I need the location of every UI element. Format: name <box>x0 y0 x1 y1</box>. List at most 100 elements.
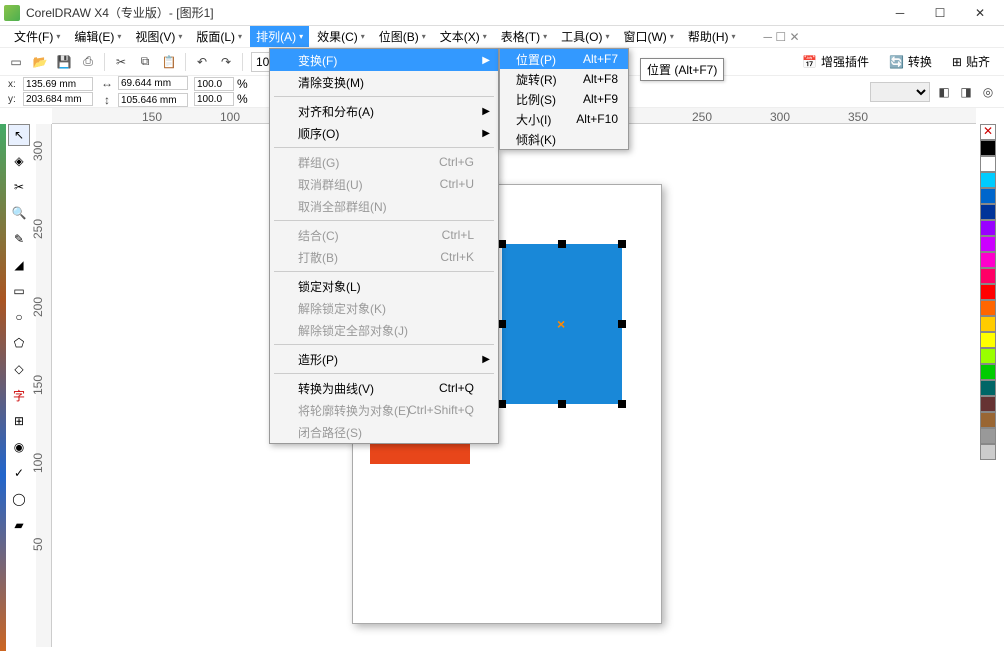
menu-排列A[interactable]: 排列(A)▾ <box>250 26 309 47</box>
enhance-plugin-button[interactable]: 📅 增强插件 <box>796 51 875 72</box>
ellipse-tool[interactable]: ○ <box>8 306 30 328</box>
selection-handle[interactable] <box>498 400 506 408</box>
color-swatch[interactable] <box>980 252 996 268</box>
color-swatch[interactable] <box>980 188 996 204</box>
maximize-button[interactable]: ☐ <box>920 1 960 25</box>
new-icon[interactable]: ▭ <box>8 54 24 70</box>
menu-效果C[interactable]: 效果(C)▾ <box>311 26 371 47</box>
height-input[interactable] <box>118 93 188 107</box>
shape-tool[interactable]: ◈ <box>8 150 30 172</box>
eyedropper-tool[interactable]: ✓ <box>8 462 30 484</box>
basicshape-tool[interactable]: ◇ <box>8 358 30 380</box>
snap-button[interactable]: ⊞ 贴齐 <box>946 51 996 72</box>
x-input[interactable] <box>23 77 93 91</box>
menu-版面L[interactable]: 版面(L)▾ <box>190 26 248 47</box>
menu-item[interactable]: 造形(P)▶ <box>270 348 498 370</box>
polygon-tool[interactable]: ⬠ <box>8 332 30 354</box>
color-swatch[interactable] <box>980 140 996 156</box>
menu-工具O[interactable]: 工具(O)▾ <box>555 26 615 47</box>
selection-handle[interactable] <box>498 240 506 248</box>
selection-handle[interactable] <box>618 320 626 328</box>
close-button[interactable]: ✕ <box>960 1 1000 25</box>
color-swatch[interactable] <box>980 220 996 236</box>
transform-submenu: 位置(P)Alt+F7旋转(R)Alt+F8比例(S)Alt+F9大小(I)Al… <box>499 48 629 150</box>
submenu-item[interactable]: 比例(S)Alt+F9 <box>500 89 628 109</box>
fill-tool[interactable]: ▰ <box>8 514 30 536</box>
color-swatch[interactable] <box>980 300 996 316</box>
menu-item[interactable]: 顺序(O)▶ <box>270 122 498 144</box>
convert-button[interactable]: 🔄 转换 <box>883 51 938 72</box>
menu-文件F[interactable]: 文件(F)▾ <box>8 26 66 47</box>
undo-icon[interactable]: ↶ <box>194 54 210 70</box>
selection-handle[interactable] <box>558 400 566 408</box>
menu-item[interactable]: 对齐和分布(A)▶ <box>270 100 498 122</box>
selection-handle[interactable] <box>498 320 506 328</box>
no-color-swatch[interactable] <box>980 124 996 140</box>
submenu-item[interactable]: 位置(P)Alt+F7 <box>500 49 628 69</box>
color-swatch[interactable] <box>980 380 996 396</box>
style-select[interactable] <box>870 82 930 102</box>
paste-icon[interactable]: 📋 <box>161 54 177 70</box>
freehand-tool[interactable]: ✎ <box>8 228 30 250</box>
canvas[interactable]: × <box>52 124 976 647</box>
print-icon[interactable]: ⎙ <box>80 54 96 70</box>
opt1-icon[interactable]: ◧ <box>936 84 952 100</box>
color-swatch[interactable] <box>980 412 996 428</box>
menu-item: 结合(C)Ctrl+L <box>270 224 498 246</box>
menu-item[interactable]: 清除变换(M) <box>270 71 498 93</box>
color-swatch[interactable] <box>980 316 996 332</box>
color-swatch[interactable] <box>980 204 996 220</box>
color-swatch[interactable] <box>980 268 996 284</box>
y-input[interactable] <box>23 92 93 106</box>
cut-icon[interactable]: ✂ <box>113 54 129 70</box>
menu-item[interactable]: 转换为曲线(V)Ctrl+Q <box>270 377 498 399</box>
color-swatch[interactable] <box>980 396 996 412</box>
opt2-icon[interactable]: ◨ <box>958 84 974 100</box>
menu-位图B[interactable]: 位图(B)▾ <box>373 26 432 47</box>
pick-tool[interactable]: ↖ <box>8 124 30 146</box>
tooltip: 位置 (Alt+F7) <box>640 58 724 81</box>
opt3-icon[interactable]: ◎ <box>980 84 996 100</box>
width-input[interactable] <box>118 76 188 90</box>
color-swatch[interactable] <box>980 428 996 444</box>
color-swatch[interactable] <box>980 236 996 252</box>
scale-y-input[interactable] <box>194 92 234 106</box>
color-swatch[interactable] <box>980 444 996 460</box>
menu-窗口W[interactable]: 窗口(W)▾ <box>617 26 679 47</box>
selection-handle[interactable] <box>618 240 626 248</box>
table-tool[interactable]: ⊞ <box>8 410 30 432</box>
color-swatch[interactable] <box>980 332 996 348</box>
menu-编辑E[interactable]: 编辑(E)▾ <box>68 26 127 47</box>
selection-handle[interactable] <box>618 400 626 408</box>
rectangle-tool[interactable]: ▭ <box>8 280 30 302</box>
color-swatch[interactable] <box>980 172 996 188</box>
scale-x-input[interactable] <box>194 77 234 91</box>
text-tool[interactable]: 字 <box>8 384 30 406</box>
color-swatch[interactable] <box>980 348 996 364</box>
save-icon[interactable]: 💾 <box>56 54 72 70</box>
smartfill-tool[interactable]: ◢ <box>8 254 30 276</box>
submenu-item[interactable]: 大小(I)Alt+F10 <box>500 109 628 129</box>
zoom-tool[interactable]: 🔍 <box>8 202 30 224</box>
color-swatch[interactable] <box>980 284 996 300</box>
submenu-item[interactable]: 旋转(R)Alt+F8 <box>500 69 628 89</box>
color-swatch[interactable] <box>980 364 996 380</box>
menu-文本X[interactable]: 文本(X)▾ <box>434 26 493 47</box>
minimize-button[interactable]: ─ <box>880 1 920 25</box>
redo-icon[interactable]: ↷ <box>218 54 234 70</box>
menu-视图V[interactable]: 视图(V)▾ <box>129 26 188 47</box>
menu-item[interactable]: 锁定对象(L) <box>270 275 498 297</box>
selection-center-icon[interactable]: × <box>557 316 565 332</box>
interactive-tool[interactable]: ◉ <box>8 436 30 458</box>
menu-item: 将轮廓转换为对象(E)Ctrl+Shift+Q <box>270 399 498 421</box>
open-icon[interactable]: 📂 <box>32 54 48 70</box>
submenu-item[interactable]: 倾斜(K) <box>500 129 628 149</box>
menu-item[interactable]: 变换(F)▶ <box>270 49 498 71</box>
menu-表格T[interactable]: 表格(T)▾ <box>495 26 553 47</box>
copy-icon[interactable]: ⧉ <box>137 54 153 70</box>
color-swatch[interactable] <box>980 156 996 172</box>
menu-帮助H[interactable]: 帮助(H)▾ <box>682 26 742 47</box>
crop-tool[interactable]: ✂ <box>8 176 30 198</box>
selection-handle[interactable] <box>558 240 566 248</box>
outline-tool[interactable]: ◯ <box>8 488 30 510</box>
